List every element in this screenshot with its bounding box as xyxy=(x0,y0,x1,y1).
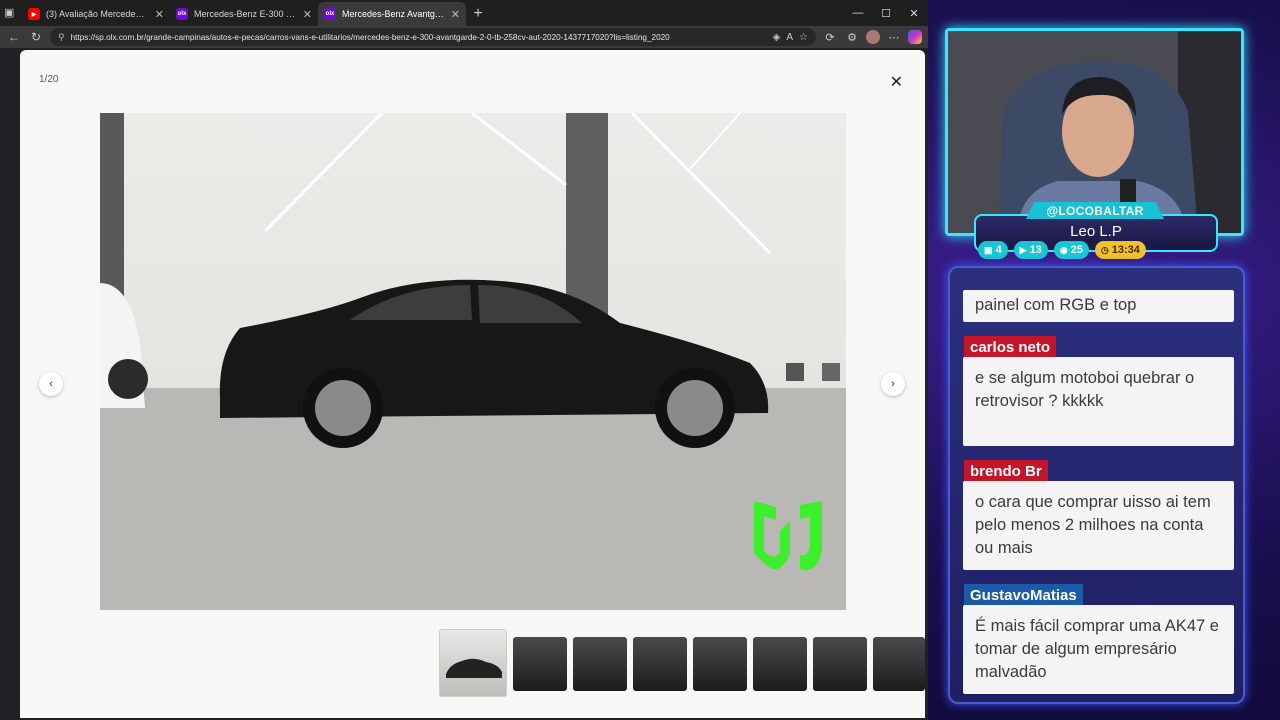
close-tab-icon[interactable]: ✕ xyxy=(303,8,312,21)
thumbnail-1[interactable] xyxy=(439,629,507,697)
twitch-viewers: ▣ 4 xyxy=(978,241,1008,259)
thumbnail-3[interactable] xyxy=(573,637,627,691)
tab-bar: ▣ ▶ (3) Avaliação Mercedes E300 2021 ✕ o… xyxy=(0,0,928,26)
tab-olx-listing[interactable]: olx Mercedes-Benz Avantgarde 2.0 TB ✕ xyxy=(318,2,466,26)
chat-panel: painel com RGB e top carlos neto e se al… xyxy=(948,266,1245,704)
chat-message: e se algum motoboi quebrar o retrovisor … xyxy=(963,357,1234,446)
site-info-icon[interactable]: ⚲ xyxy=(58,32,65,43)
thumbnail-2[interactable] xyxy=(513,637,567,691)
close-tab-icon[interactable]: ✕ xyxy=(155,8,164,21)
next-photo-button[interactable]: › xyxy=(881,372,905,396)
chat-username: GustavoMatias xyxy=(964,584,1083,606)
thumbnail-6[interactable] xyxy=(753,637,807,691)
favorite-star-icon[interactable]: ☆ xyxy=(799,32,808,43)
tag-icon[interactable]: ◈ xyxy=(773,32,781,43)
chat-message: É mais fácil comprar uma AK47 e tomar de… xyxy=(963,605,1234,694)
clock-icon: ◷ xyxy=(1100,244,1109,255)
tab-youtube[interactable]: ▶ (3) Avaliação Mercedes E300 2021 ✕ xyxy=(22,2,170,26)
browser-toolbar: ← ↻ ⚲ https://sp.olx.com.br/grande-campi… xyxy=(0,26,928,48)
tab-title: Mercedes-Benz Avantgarde 2.0 TB xyxy=(342,9,445,19)
url-text: https://sp.olx.com.br/grande-campinas/au… xyxy=(70,32,670,42)
chat-username: carlos neto xyxy=(964,336,1057,358)
youtube-icon: ▶ xyxy=(28,8,40,20)
streamer-handle: @LOCOBALTAR xyxy=(1026,202,1164,219)
chat-message: o cara que comprar uisso ai tem pelo men… xyxy=(963,481,1234,570)
photo-counter: 1/20 xyxy=(39,74,59,85)
chat-username: brendo Br xyxy=(964,460,1048,482)
chat-message-partial: painel com RGB e top xyxy=(963,290,1234,322)
read-aloud-icon[interactable]: A xyxy=(786,32,793,43)
extension-icon[interactable]: ⚙ xyxy=(844,31,860,44)
olx-icon: olx xyxy=(324,8,336,20)
tab-actions-icon[interactable]: ▣ xyxy=(4,6,14,19)
gallery-modal: 1/20 ✕ ‹ › xyxy=(20,50,925,718)
tab-olx-list[interactable]: olx Mercedes-Benz E-300 Usados e N ✕ xyxy=(170,2,318,26)
thumbnail-strip xyxy=(439,629,925,697)
thumbnail-8[interactable] xyxy=(873,637,925,691)
profile-avatar[interactable] xyxy=(866,30,880,44)
thumbnail-5[interactable] xyxy=(693,637,747,691)
reload-icon[interactable]: ↻ xyxy=(28,30,44,44)
more-menu-icon[interactable]: ⋯ xyxy=(886,31,902,44)
youtube-viewers: ▶ 13 xyxy=(1013,241,1048,259)
window-controls: — ☐ ✕ xyxy=(844,0,928,26)
tab-title: (3) Avaliação Mercedes E300 2021 xyxy=(46,9,149,19)
previous-photo-button[interactable]: ‹ xyxy=(39,372,63,396)
refresh-extension-icon[interactable]: ⟳ xyxy=(822,31,838,44)
address-bar[interactable]: ⚲ https://sp.olx.com.br/grande-campinas/… xyxy=(50,28,816,46)
back-icon[interactable]: ← xyxy=(6,30,22,44)
thumbnail-7[interactable] xyxy=(813,637,867,691)
browser-window: ▣ ▶ (3) Avaliação Mercedes E300 2021 ✕ o… xyxy=(0,0,928,720)
olx-icon: olx xyxy=(176,8,188,20)
car-photo xyxy=(100,113,846,610)
streamer-name: Leo L.P xyxy=(1070,223,1122,240)
stream-uptime: ◷ 13:34 xyxy=(1094,241,1146,259)
minimize-icon[interactable]: — xyxy=(844,0,872,26)
car-photo-illustration xyxy=(100,113,846,610)
tab-title: Mercedes-Benz E-300 Usados e N xyxy=(194,9,297,19)
close-tab-icon[interactable]: ✕ xyxy=(451,8,460,21)
close-window-icon[interactable]: ✕ xyxy=(900,0,928,26)
kick-viewers: ◉ 25 xyxy=(1053,241,1089,259)
viewer-stats: ▣ 4 ▶ 13 ◉ 25 ◷ 13:34 xyxy=(978,241,1146,259)
thumbnail-4[interactable] xyxy=(633,637,687,691)
kick-icon: ◉ xyxy=(1059,244,1068,255)
close-icon[interactable]: ✕ xyxy=(890,72,903,92)
new-tab-button[interactable]: + xyxy=(466,2,490,26)
twitch-icon: ▣ xyxy=(984,244,993,255)
maximize-icon[interactable]: ☐ xyxy=(872,0,900,26)
copilot-icon[interactable] xyxy=(908,30,922,44)
youtube-icon: ▶ xyxy=(1019,244,1027,255)
